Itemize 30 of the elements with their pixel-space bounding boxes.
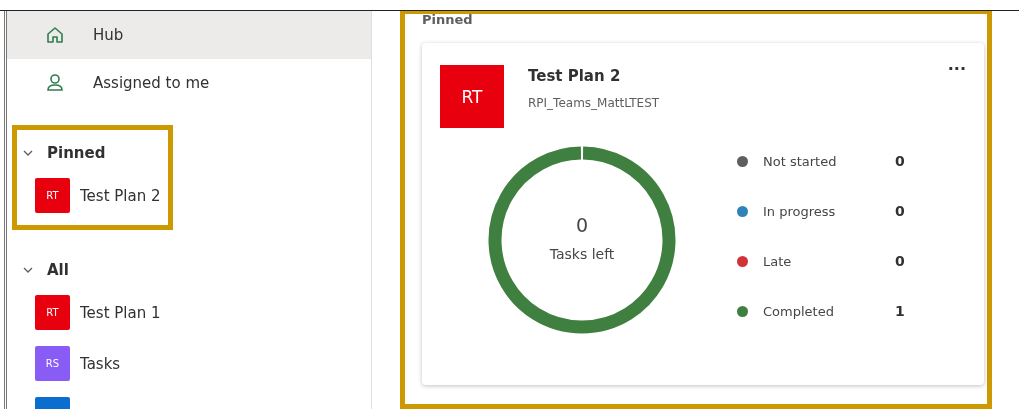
more-button[interactable]: ··· <box>947 59 966 78</box>
tasks-count: 0 <box>575 214 589 236</box>
legend-count: 0 <box>895 203 905 219</box>
legend-label: Late <box>763 253 793 269</box>
section-title: Pinned <box>422 13 474 29</box>
chevron-icon <box>23 265 33 275</box>
legend-label: Not started <box>763 153 838 169</box>
plan-item[interactable]: RT Test Plan 1 <box>17 287 168 338</box>
chevron-icon <box>23 148 33 158</box>
plan-card[interactable]: RT Test Plan 2 RPI_Teams_MattLTEST ··· 0 Tasks left Not started 0 In progress 0 Late 0 Completed 1 <box>422 43 984 385</box>
plan-avatar: RT <box>35 178 70 213</box>
plan-avatar: RT <box>35 295 70 330</box>
group-header[interactable]: Pinned <box>17 136 168 170</box>
nav-item[interactable]: Assigned to me <box>7 59 371 107</box>
home-icon <box>45 25 65 45</box>
legend-count: 0 <box>895 153 905 169</box>
plan-avatar: RT <box>440 65 504 128</box>
plan-title: Test Plan 2 <box>528 67 622 85</box>
nav-item[interactable]: Hub <box>7 11 371 59</box>
plan-avatar: RS <box>35 346 70 381</box>
legend-label: Completed <box>763 303 835 319</box>
plan-item[interactable]: RS Tasks <box>17 338 168 389</box>
group-header[interactable]: All <box>17 253 168 287</box>
person-icon <box>45 73 65 93</box>
plan-item[interactable]: RT Test Plan 2 <box>17 170 168 221</box>
plan-group: RPI_Teams_MattLTEST <box>528 96 660 110</box>
legend-label: In progress <box>763 203 837 219</box>
tasks-label: Tasks left <box>549 246 615 262</box>
legend-count: 1 <box>895 303 905 319</box>
legend-count: 0 <box>895 253 905 269</box>
